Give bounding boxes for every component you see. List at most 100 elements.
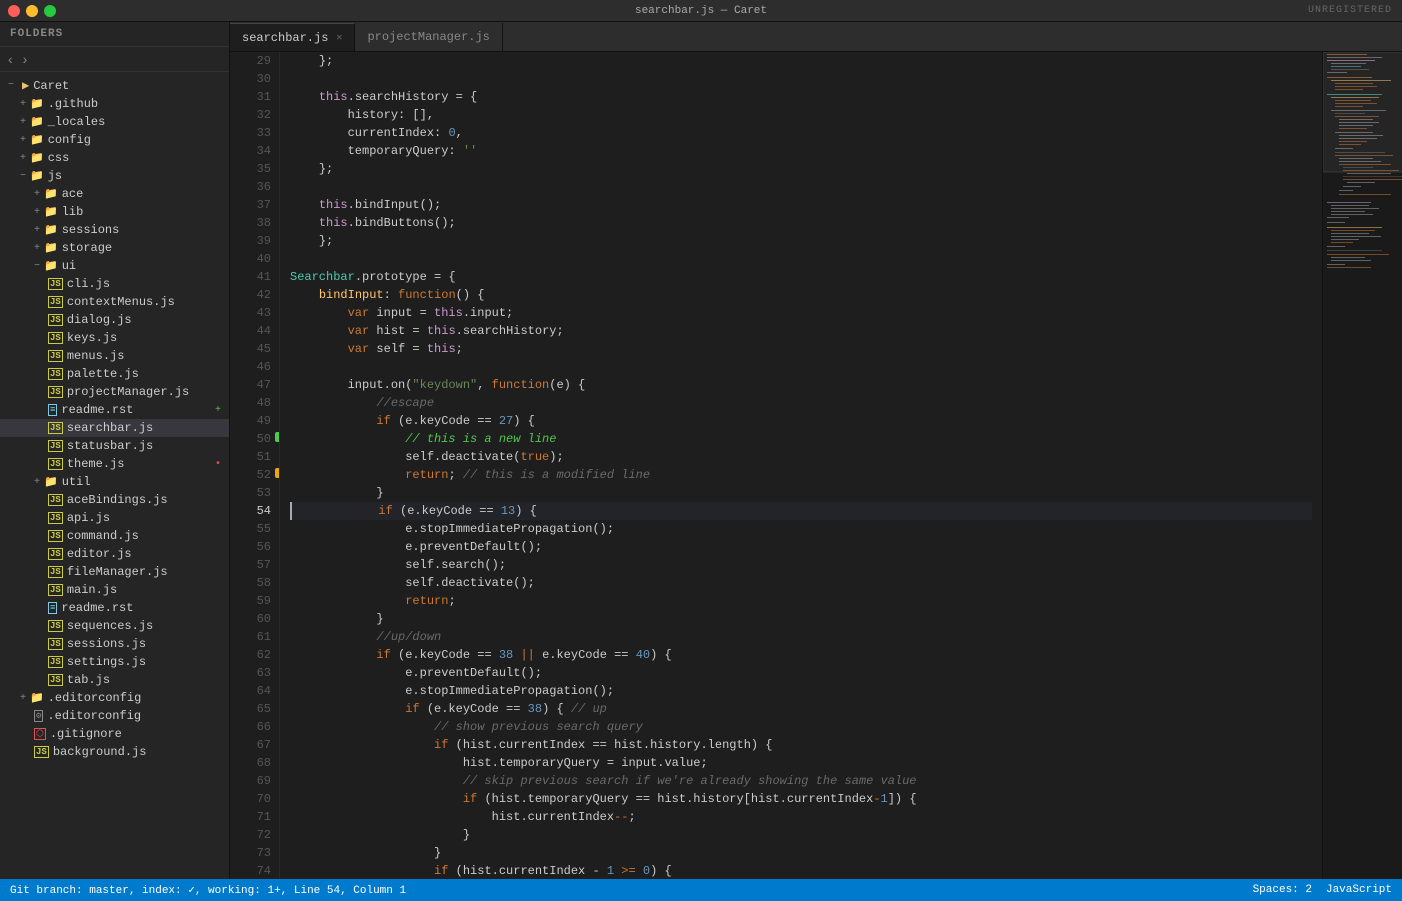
code-line-32: history: [], [290, 106, 1312, 124]
line-num-46: 46 [230, 358, 271, 376]
sidebar-item-lib[interactable]: + 📁 lib [0, 203, 229, 221]
sidebar-item-aceBindings[interactable]: JS aceBindings.js [0, 491, 229, 509]
code-line-40 [290, 250, 1312, 268]
sidebar-item-dialog[interactable]: JS dialog.js [0, 311, 229, 329]
sidebar-header: FOLDERS [0, 22, 229, 47]
code-line-70: if (hist.temporaryQuery == hist.history[… [290, 790, 1312, 808]
code-editor[interactable]: }; this.searchHistory = { history: [], c… [280, 52, 1322, 879]
sidebar-item-locales[interactable]: + 📁 _locales [0, 113, 229, 131]
sidebar-item-readme2[interactable]: ≡ readme.rst [0, 599, 229, 617]
sidebar-item-ace[interactable]: + 📁 ace [0, 185, 229, 203]
maximize-button[interactable] [44, 5, 56, 17]
code-line-59: return; [290, 592, 1312, 610]
code-line-51: self.deactivate(true); [290, 448, 1312, 466]
sidebar-item-menus[interactable]: JS menus.js [0, 347, 229, 365]
line-num-48: 48 [230, 394, 271, 412]
minimize-button[interactable] [26, 5, 38, 17]
sidebar-item-readme-rst[interactable]: ≡ readme.rst + [0, 401, 229, 419]
code-line-36 [290, 178, 1312, 196]
sidebar-item-searchbar[interactable]: JS searchbar.js [0, 419, 229, 437]
sidebar-item-sequences[interactable]: JS sequences.js [0, 617, 229, 635]
tab-searchbar[interactable]: searchbar.js ✕ [230, 23, 355, 51]
line-num-64: 64 [230, 682, 271, 700]
sidebar-item-editorconfig[interactable]: ⚙ .editorconfig [0, 707, 229, 725]
sidebar-item-util[interactable]: + 📁 util [0, 473, 229, 491]
status-right: Spaces: 2 JavaScript [1253, 884, 1392, 896]
editor-area: searchbar.js ✕ projectManager.js 29 30 3… [230, 22, 1402, 879]
code-line-73: } [290, 844, 1312, 862]
line-num-29: 29 [230, 52, 271, 70]
sidebar-item-background[interactable]: JS background.js [0, 743, 229, 761]
nav-forward-button[interactable]: › [21, 51, 30, 67]
code-line-56: e.preventDefault(); [290, 538, 1312, 556]
code-line-57: self.search(); [290, 556, 1312, 574]
sidebar-item-sessions-js[interactable]: JS sessions.js [0, 635, 229, 653]
line-num-65: 65 [230, 700, 271, 718]
line-num-73: 73 [230, 844, 271, 862]
tab-searchbar-label: searchbar.js [242, 31, 328, 45]
sidebar-item-fileManager[interactable]: JS fileManager.js [0, 563, 229, 581]
sidebar-item-gitignore[interactable]: ⬡ .gitignore [0, 725, 229, 743]
line-num-33: 33 [230, 124, 271, 142]
close-button[interactable] [8, 5, 20, 17]
sidebar-item-js[interactable]: − 📁 js [0, 167, 229, 185]
line-num-44: 44 [230, 322, 271, 340]
code-line-68: hist.temporaryQuery = input.value; [290, 754, 1312, 772]
sidebar-item-contextMenus[interactable]: JS contextMenus.js [0, 293, 229, 311]
code-line-63: e.preventDefault(); [290, 664, 1312, 682]
sidebar-item-command[interactable]: JS command.js [0, 527, 229, 545]
sidebar-item-settings[interactable]: JS settings.js [0, 653, 229, 671]
sidebar-item-theme[interactable]: JS theme.js • [0, 455, 229, 473]
diff-indicator-theme: • [215, 459, 221, 470]
line-num-57: 57 [230, 556, 271, 574]
code-line-45: var self = this; [290, 340, 1312, 358]
sidebar-item-main[interactable]: JS main.js [0, 581, 229, 599]
traffic-lights [8, 5, 56, 17]
sidebar-item-templates[interactable]: + 📁 .editorconfig [0, 689, 229, 707]
line-num-58: 58 [230, 574, 271, 592]
sidebar-item-css[interactable]: + 📁 css [0, 149, 229, 167]
line-num-72: 72 [230, 826, 271, 844]
minimap-svg [1323, 52, 1402, 879]
line-num-32: 32 [230, 106, 271, 124]
code-line-33: currentIndex: 0, [290, 124, 1312, 142]
code-line-44: var hist = this.searchHistory; [290, 322, 1312, 340]
sidebar-item-projectManager[interactable]: JS projectManager.js [0, 383, 229, 401]
line-num-61: 61 [230, 628, 271, 646]
line-num-68: 68 [230, 754, 271, 772]
line-num-54: 54 [230, 502, 271, 520]
code-line-55: e.stopImmediatePropagation(); [290, 520, 1312, 538]
spaces-status: Spaces: 2 [1253, 884, 1312, 896]
code-line-60: } [290, 610, 1312, 628]
code-line-53: } [290, 484, 1312, 502]
sidebar-item-keys[interactable]: JS keys.js [0, 329, 229, 347]
line-num-31: 31 [230, 88, 271, 106]
sidebar-item-github[interactable]: + 📁 .github [0, 95, 229, 113]
code-line-29: }; [290, 52, 1312, 70]
tab-projectManager[interactable]: projectManager.js [355, 23, 502, 51]
sidebar-item-api[interactable]: JS api.js [0, 509, 229, 527]
sidebar-item-ui[interactable]: − 📁 ui [0, 257, 229, 275]
sidebar-item-storage[interactable]: + 📁 storage [0, 239, 229, 257]
code-line-66: // show previous search query [290, 718, 1312, 736]
nav-back-button[interactable]: ‹ [6, 51, 15, 67]
tab-projectManager-label: projectManager.js [367, 30, 489, 44]
unregistered-label: UNREGISTERED [1308, 5, 1392, 16]
line-num-30: 30 [230, 70, 271, 88]
sidebar-item-config[interactable]: + 📁 config [0, 131, 229, 149]
folders-label: FOLDERS [10, 28, 63, 40]
code-line-35: }; [290, 160, 1312, 178]
sidebar-item-sessions[interactable]: + 📁 sessions [0, 221, 229, 239]
sidebar-tree: − ▶ Caret + 📁 .github + 📁 _locales + 📁 c… [0, 72, 229, 879]
line-num-63: 63 [230, 664, 271, 682]
sidebar-item-caret[interactable]: − ▶ Caret [0, 76, 229, 95]
tab-searchbar-close[interactable]: ✕ [336, 32, 342, 44]
code-line-74: if (hist.currentIndex - 1 >= 0) { [290, 862, 1312, 879]
sidebar-item-palette[interactable]: JS palette.js [0, 365, 229, 383]
line-num-51: 51 [230, 448, 271, 466]
sidebar-item-tab[interactable]: JS tab.js [0, 671, 229, 689]
line-num-50: 50 [230, 430, 271, 448]
sidebar-item-cli[interactable]: JS cli.js [0, 275, 229, 293]
sidebar-item-editor[interactable]: JS editor.js [0, 545, 229, 563]
sidebar-item-statusbar[interactable]: JS statusbar.js [0, 437, 229, 455]
